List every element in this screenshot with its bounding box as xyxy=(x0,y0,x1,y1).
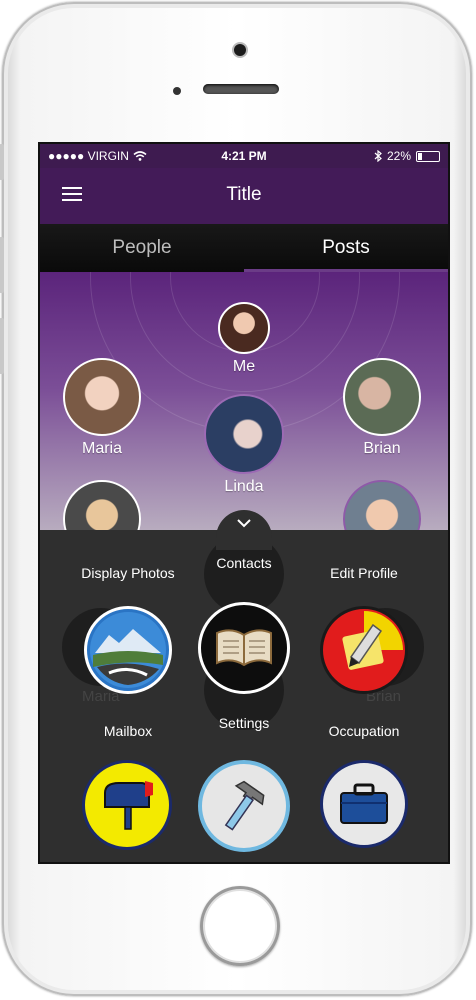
note-pencil-icon xyxy=(320,606,408,694)
person-partial-left[interactable] xyxy=(62,480,142,530)
volume-down-button xyxy=(0,318,4,374)
bluetooth-icon xyxy=(374,150,382,162)
volume-up-button xyxy=(0,237,4,293)
battery-percent: 22% xyxy=(386,149,411,163)
menu-label: Occupation xyxy=(328,723,400,739)
people-radar: Me Maria Brian Linda xyxy=(40,272,448,530)
tab-people[interactable]: People xyxy=(40,224,244,272)
person-me[interactable]: Me xyxy=(208,302,280,376)
mute-switch xyxy=(0,144,4,180)
avatar xyxy=(63,480,141,530)
menu-label: Edit Profile xyxy=(330,565,398,581)
tab-bar: People Posts xyxy=(40,224,448,272)
avatar xyxy=(63,358,141,436)
menu-label: Mailbox xyxy=(103,723,153,739)
menu-edit-profile[interactable]: Edit Profile xyxy=(304,562,424,694)
menu-occupation[interactable]: Occupation xyxy=(304,720,424,850)
battery-icon xyxy=(416,150,440,162)
person-linda[interactable]: Linda xyxy=(198,394,290,496)
person-partial-right[interactable] xyxy=(342,480,422,530)
menu-display-photos[interactable]: Display Photos xyxy=(68,562,188,694)
person-name: Linda xyxy=(224,478,264,495)
tab-posts[interactable]: Posts xyxy=(244,224,448,272)
menu-settings[interactable]: Settings xyxy=(184,712,304,852)
menu-mailbox[interactable]: Mailbox xyxy=(68,720,188,850)
nav-bar: Title xyxy=(40,168,448,224)
menu-label: Contacts xyxy=(216,555,272,571)
earpiece-speaker xyxy=(203,84,279,94)
home-button[interactable] xyxy=(200,886,280,966)
phone-frame: ●●●●● VIRGIN 4:21 PM 22% Title People Po… xyxy=(0,2,472,996)
person-name: Maria xyxy=(81,440,122,457)
status-bar: ●●●●● VIRGIN 4:21 PM 22% xyxy=(40,144,448,168)
front-camera xyxy=(234,44,246,56)
chevron-down-icon xyxy=(237,519,251,528)
avatar xyxy=(204,394,284,474)
avatar xyxy=(343,480,421,530)
battery-level xyxy=(418,152,422,160)
person-maria[interactable]: Maria xyxy=(60,358,144,458)
person-brian[interactable]: Brian xyxy=(340,358,424,458)
menu-overlay: Maria Brian Display Photos Contacts Edit… xyxy=(40,530,448,862)
briefcase-icon xyxy=(320,760,408,848)
page-title: Title xyxy=(226,184,262,205)
menu-label: Display Photos xyxy=(81,565,175,581)
person-name: Me xyxy=(232,358,256,375)
book-icon xyxy=(198,602,290,694)
mailbox-icon xyxy=(82,760,172,850)
screen: ●●●●● VIRGIN 4:21 PM 22% Title People Po… xyxy=(38,142,450,864)
avatar xyxy=(218,302,270,354)
proximity-sensor xyxy=(173,87,181,95)
menu-label: Settings xyxy=(218,715,270,731)
avatar xyxy=(343,358,421,436)
hammer-icon xyxy=(198,760,290,852)
menu-contacts[interactable]: Contacts xyxy=(184,552,304,694)
person-name: Brian xyxy=(363,440,401,457)
landscape-icon xyxy=(84,606,172,694)
